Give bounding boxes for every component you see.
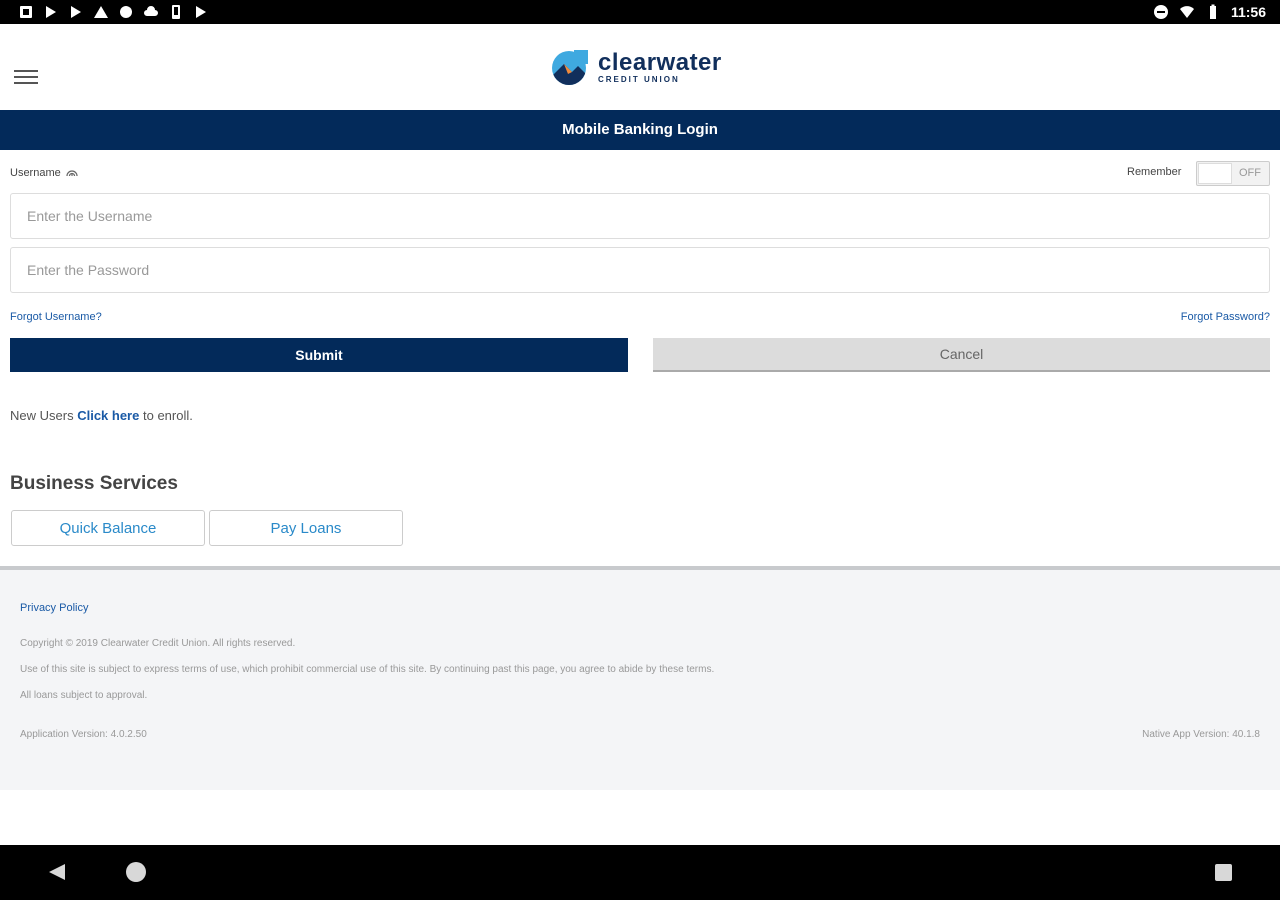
username-label: Username [10, 167, 79, 179]
logo-text: clearwater CREDIT UNION [598, 48, 722, 84]
forgot-password-link[interactable]: Forgot Password? [1181, 311, 1270, 323]
status-time: 11:56 [1230, 4, 1266, 20]
fingerprint-icon[interactable] [65, 168, 79, 178]
remember-toggle[interactable]: OFF [1196, 161, 1270, 186]
notification-icon [20, 6, 32, 18]
back-icon[interactable] [47, 862, 67, 882]
status-bar: 11:56 [0, 0, 1280, 24]
status-right-icons: 11:56 [1153, 4, 1266, 20]
native-version-text: Native App Version: 40.1.8 [1142, 729, 1260, 740]
pay-loans-button[interactable]: Pay Loans [209, 510, 403, 546]
username-input[interactable] [10, 193, 1270, 239]
logo-mark-icon [552, 50, 588, 85]
wifi-icon [1179, 6, 1194, 18]
play-store-icon [71, 6, 81, 18]
app-header: clearwater CREDIT UNION [0, 24, 1280, 110]
terms-text: Use of this site is subject to express t… [20, 664, 715, 675]
navigation-bar [0, 845, 1280, 900]
enroll-suffix: to enroll. [142, 408, 193, 423]
phone-icon [172, 5, 180, 19]
status-left-icons [18, 4, 209, 20]
password-input[interactable] [10, 247, 1270, 293]
enroll-line: New Users Click here to enroll. [10, 408, 193, 423]
play-store-icon [196, 6, 206, 18]
recents-icon[interactable] [1215, 864, 1232, 881]
warning-icon [94, 6, 108, 18]
circle-icon [120, 6, 132, 18]
forgot-username-link[interactable]: Forgot Username? [10, 311, 102, 323]
business-services-heading: Business Services [10, 473, 178, 494]
cancel-button[interactable]: Cancel [653, 338, 1270, 372]
page-title: Mobile Banking Login [0, 110, 1280, 150]
copyright-text: Copyright © 2019 Clearwater Credit Union… [20, 638, 296, 649]
do-not-disturb-icon [1153, 5, 1168, 19]
menu-icon[interactable] [14, 70, 40, 88]
enroll-prefix: New Users [10, 408, 74, 423]
enroll-link[interactable]: Click here [77, 408, 139, 423]
cloud-icon [144, 6, 158, 16]
home-icon[interactable] [126, 862, 146, 882]
logo-subtitle: CREDIT UNION [598, 74, 680, 84]
username-label-text: Username [10, 167, 61, 179]
privacy-policy-link[interactable]: Privacy Policy [20, 602, 88, 614]
clearwater-logo: clearwater CREDIT UNION [550, 48, 722, 86]
remember-label: Remember [1127, 166, 1182, 178]
toggle-state: OFF [1239, 167, 1261, 179]
toggle-knob [1198, 163, 1232, 184]
app-version-text: Application Version: 4.0.2.50 [20, 729, 147, 740]
logo-name: clearwater [598, 48, 722, 76]
footer: Privacy Policy Copyright © 2019 Clearwat… [0, 566, 1280, 790]
loans-note-text: All loans subject to approval. [20, 690, 148, 701]
battery-icon [1209, 4, 1216, 19]
play-store-icon [46, 6, 56, 18]
submit-button[interactable]: Submit [10, 338, 628, 372]
quick-balance-button[interactable]: Quick Balance [11, 510, 205, 546]
